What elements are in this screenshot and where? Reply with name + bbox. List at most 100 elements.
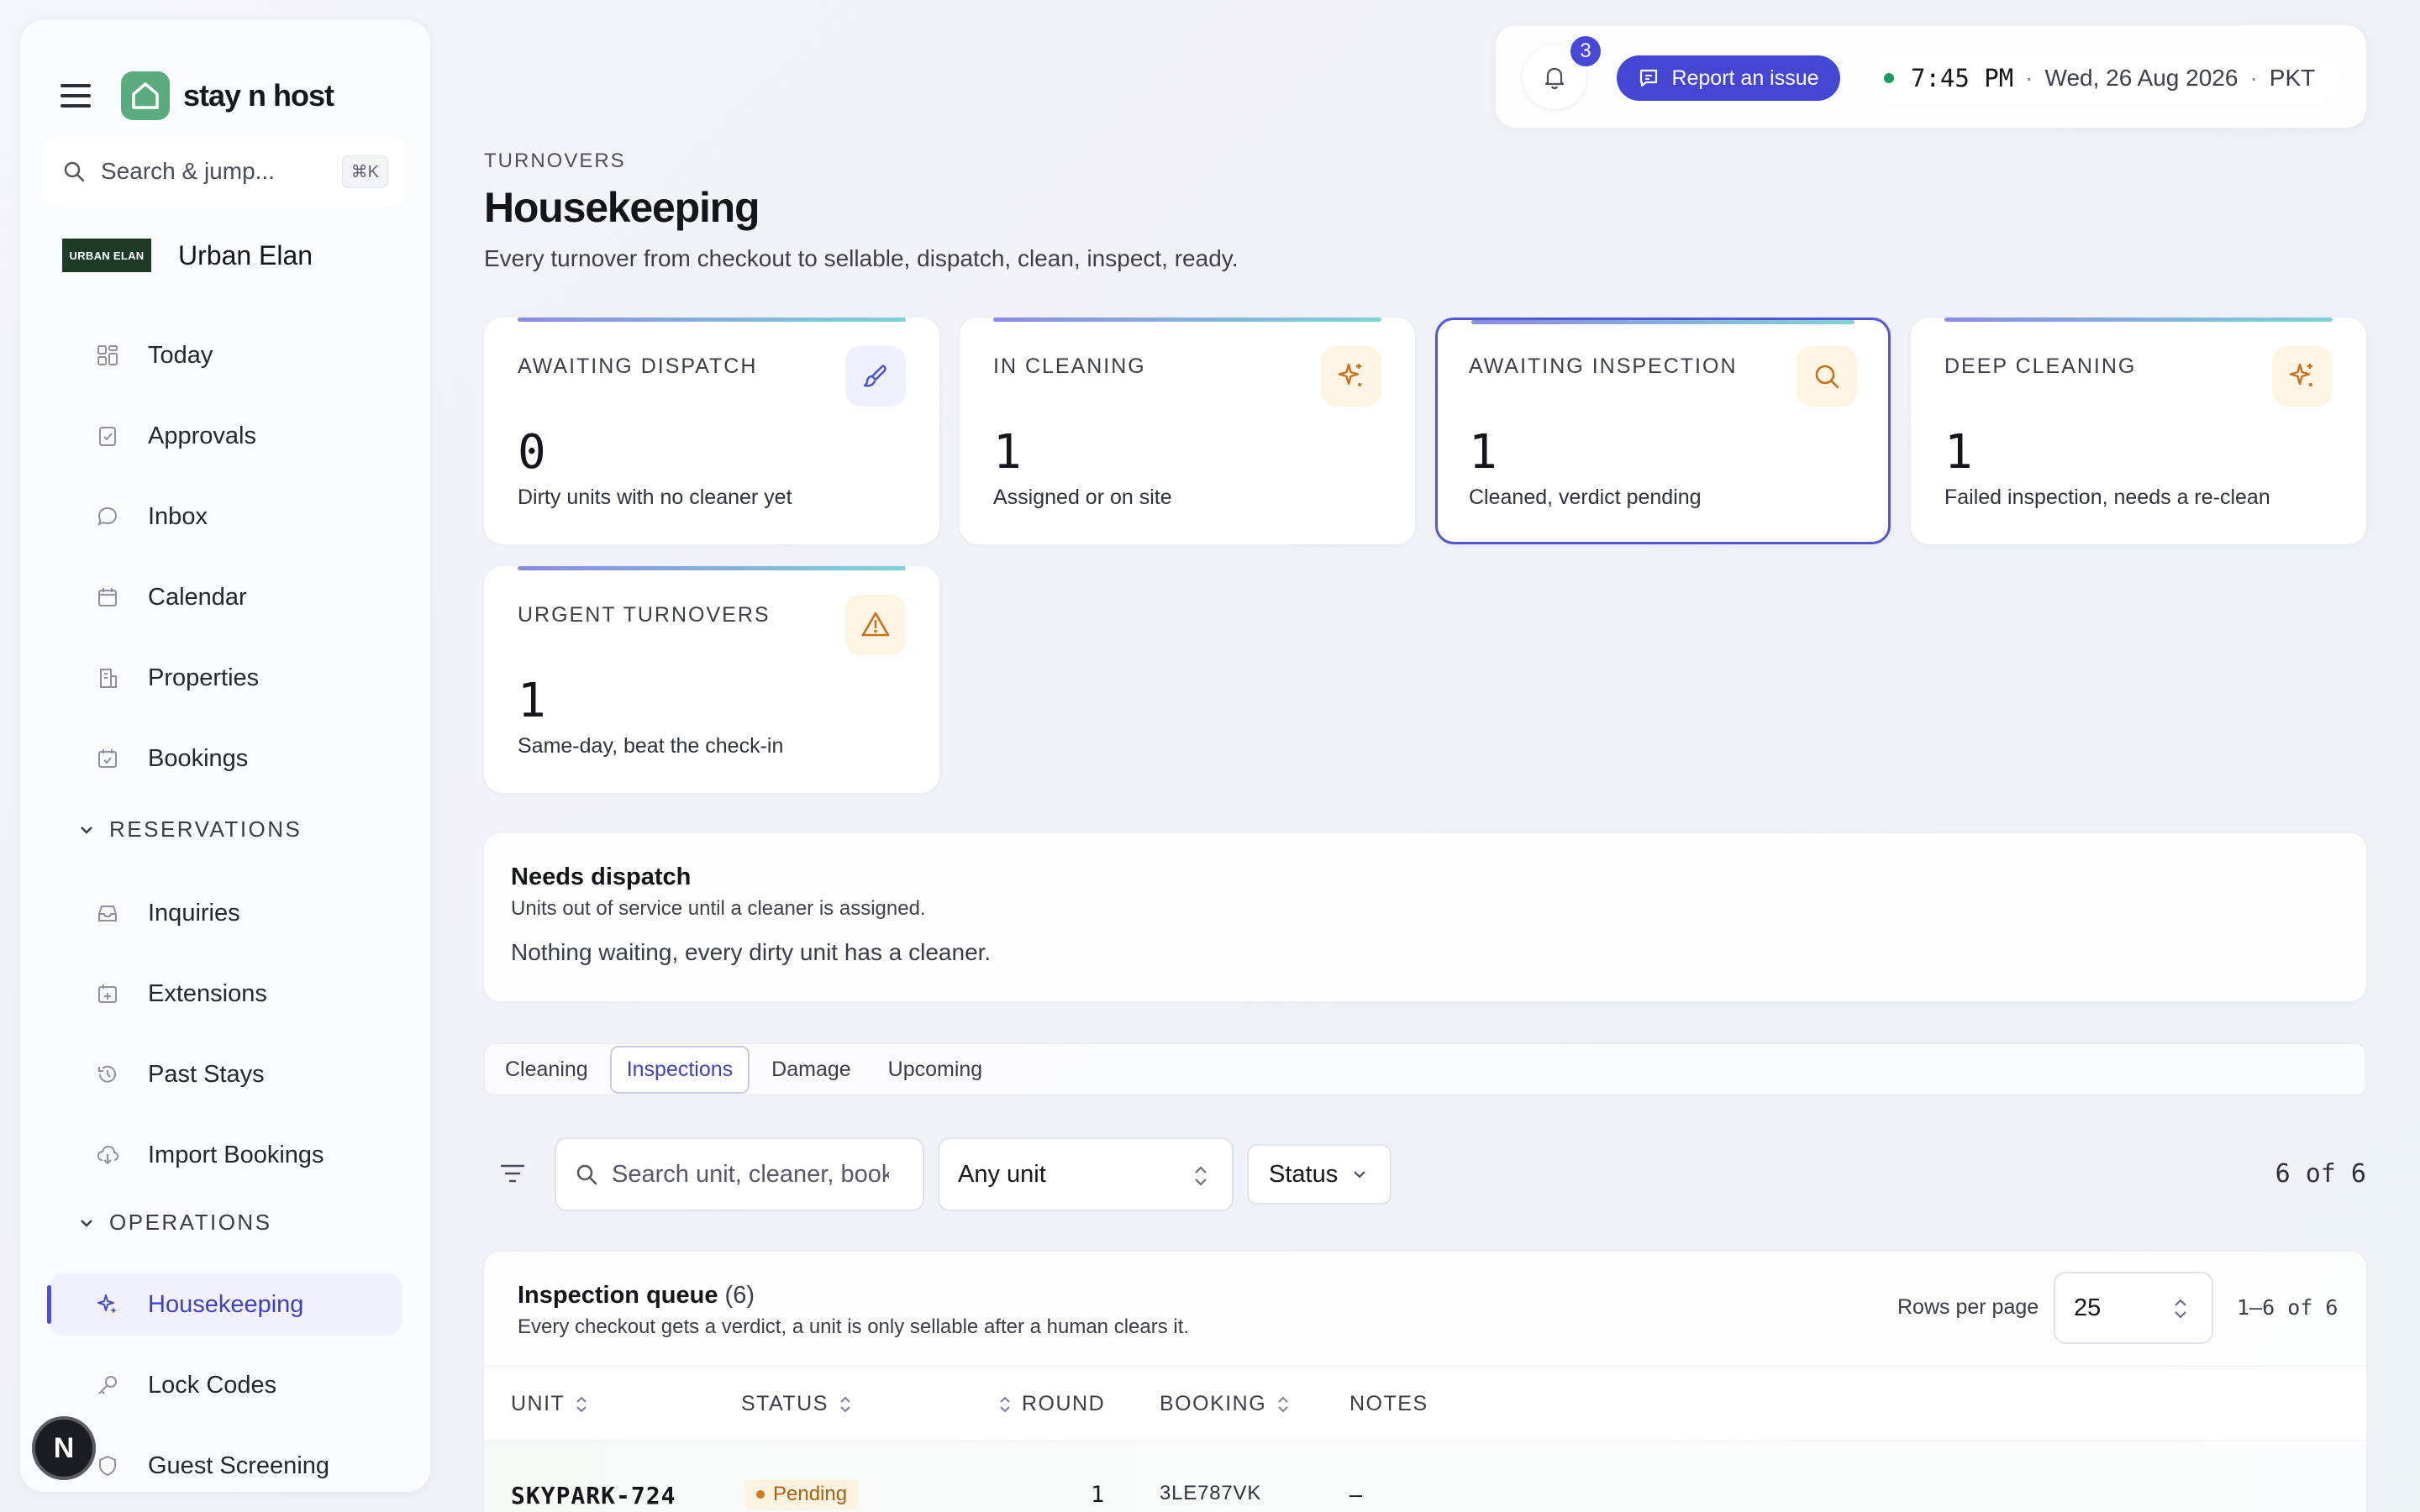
org-name: Urban Elan [178,239,313,270]
inspection-queue-panel: Inspection queue (6) Every checkout gets… [484,1252,2366,1512]
sidebar-item-bookings[interactable]: Bookings [49,727,402,790]
tab-damage[interactable]: Damage [756,1047,866,1092]
sparkles-icon [97,1294,117,1314]
column-label: NOTES [1349,1392,1428,1415]
menu-icon[interactable] [60,84,91,108]
rows-per-page-select[interactable]: 25 [2054,1272,2213,1344]
org-switcher[interactable]: URBAN ELAN Urban Elan [62,239,313,272]
column-header-status[interactable]: STATUS [741,1392,852,1416]
brush-icon [845,346,906,407]
filter-icon[interactable] [499,1163,526,1189]
queue-search-input[interactable] [612,1160,889,1189]
section-reservations[interactable]: RESERVATIONS [79,816,302,843]
stat-label: IN CLEANING [993,354,1146,378]
org-logo: URBAN ELAN [62,239,151,272]
queue-count: (6) [724,1282,755,1309]
pagination-range: 1–6 of 6 [2237,1295,2338,1320]
brand-name[interactable]: stay n host [183,78,334,113]
stat-card-awaiting-inspection[interactable]: AWAITING INSPECTION 1 Cleaned, verdict p… [1435,318,1891,544]
table-row[interactable]: SKYPARK-724 Pending 1 3LE787VK – [484,1441,2366,1512]
section-label: OPERATIONS [109,1210,272,1235]
sidebar-item-label: Properties [148,664,260,691]
tab-inspections[interactable]: Inspections [609,1045,750,1094]
section-label: RESERVATIONS [109,816,302,842]
stat-card-urgent-turnovers[interactable]: URGENT TURNOVERS 1 Same-day, beat the ch… [484,566,939,793]
queue-title: Inspection queue (6) [518,1282,755,1310]
card-accent-line [1471,320,1854,324]
stat-card-deep-cleaning[interactable]: DEEP CLEANING 1 Failed inspection, needs… [1911,318,2366,544]
separator: · [2025,65,2033,91]
page-subtitle: Every turnover from checkout to sellable… [484,245,1239,271]
stat-description: Assigned or on site [993,486,1172,509]
stat-description: Cleaned, verdict pending [1469,486,1702,509]
grid-icon [97,345,118,365]
sidebar-item-extensions[interactable]: Extensions [49,963,402,1025]
chevron-down-icon [1354,1171,1365,1179]
sidebar-item-approvals[interactable]: Approvals [49,405,402,467]
search-icon [576,1164,597,1185]
tab-upcoming[interactable]: Upcoming [873,1047,998,1092]
clock-display: 7:45 PM · Wed, 26 Aug 2026 · PKT [1865,54,2341,102]
stat-card-awaiting-dispatch[interactable]: AWAITING DISPATCH 0 Dirty units with no … [484,318,939,544]
column-header-notes: NOTES [1349,1392,1428,1416]
report-issue-label: Report an issue [1671,66,1819,90]
sidebar-item-lock-codes[interactable]: Lock Codes [49,1354,402,1416]
sidebar-item-calendar[interactable]: Calendar [49,566,402,628]
stat-label: URGENT TURNOVERS [518,603,771,627]
cell-booking[interactable]: 3LE787VK [1160,1482,1261,1505]
sidebar-item-properties[interactable]: Properties [49,647,402,709]
user-avatar[interactable]: N [32,1416,96,1480]
queue-search[interactable] [555,1137,924,1211]
sidebar-item-label: Inbox [148,502,208,530]
sidebar-item-label: Approvals [148,422,256,449]
stat-value: 1 [1469,425,1497,480]
sidebar-item-import-bookings[interactable]: Import Bookings [49,1124,402,1186]
sidebar-item-housekeeping[interactable]: Housekeeping [47,1273,402,1336]
stat-description: Dirty units with no cleaner yet [518,486,792,509]
card-accent-line [993,318,1381,322]
sidebar-item-today[interactable]: Today [49,324,402,386]
chat-bubble-icon [97,507,118,526]
clock-date: Wed, 26 Aug 2026 [2044,65,2238,91]
section-operations[interactable]: OPERATIONS [79,1210,272,1236]
report-issue-button[interactable]: Report an issue [1617,55,1840,101]
cell-unit[interactable]: SKYPARK-724 [511,1482,676,1509]
column-header-unit[interactable]: UNIT [511,1392,588,1416]
table-header: UNIT STATUS ROUND BOOKING NOTES [484,1366,2366,1441]
sidebar-item-inquiries[interactable]: Inquiries [49,882,402,944]
sidebar-item-label: Extensions [148,979,267,1007]
chevron-up-down-icon [1195,1166,1207,1186]
stat-value: 1 [518,674,546,728]
sparkles-icon [2272,346,2333,407]
status-filter-label: Status [1269,1160,1339,1188]
stat-card-in-cleaning[interactable]: IN CLEANING 1 Assigned or on site [960,318,1415,544]
bell-icon [1544,67,1565,90]
tab-cleaning[interactable]: Cleaning [490,1047,603,1092]
sidebar-item-label: Inquiries [148,899,240,927]
unit-select[interactable]: Any unit [938,1137,1234,1211]
column-label: UNIT [511,1392,566,1415]
sidebar-item-past-stays[interactable]: Past Stays [49,1043,402,1105]
sidebar-item-guest-screening[interactable]: Guest Screening [49,1435,402,1492]
status-filter-button[interactable]: Status [1247,1144,1392,1205]
sidebar-item-inbox[interactable]: Inbox [49,486,402,548]
column-header-round[interactable]: ROUND [998,1392,1105,1416]
page-title: Housekeeping [484,184,760,231]
card-accent-line [518,566,906,570]
separator: · [2249,65,2258,91]
column-header-booking[interactable]: BOOKING [1160,1392,1290,1416]
card-accent-line [1944,318,2333,322]
result-count: 6 of 6 [2275,1159,2366,1189]
building-icon [100,669,117,688]
panel-subtitle: Units out of service until a cleaner is … [511,897,926,920]
panel-title: Needs dispatch [511,864,692,890]
notification-count-badge: 3 [1568,34,1603,69]
sort-icon [576,1396,587,1412]
calendar-icon [98,588,117,606]
house-logo-icon[interactable] [121,71,170,120]
sidebar-item-label: Bookings [148,744,249,772]
calendar-plus-icon [98,984,117,1003]
clock-timezone: PKT [2269,65,2316,91]
sidebar-search[interactable]: Search & jump... ⌘K [42,136,408,207]
sidebar-item-label: Import Bookings [148,1141,324,1168]
